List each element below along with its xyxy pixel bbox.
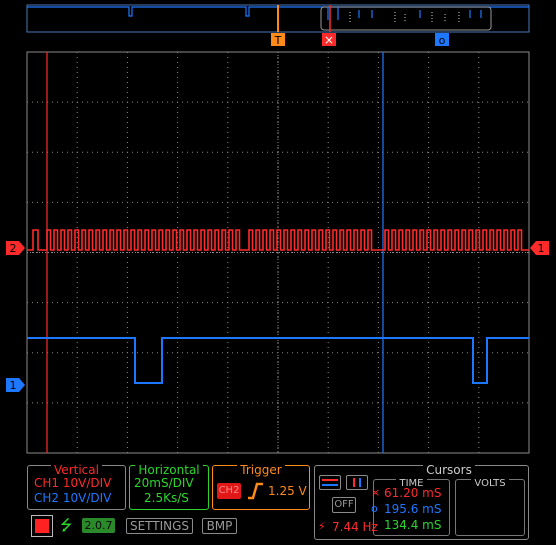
svg-text:T: T [274,34,282,47]
usb-icon: ⭍ [60,516,73,534]
graticule [26,51,530,454]
trigger-panel[interactable]: Trigger CH2 1.25 V [212,463,310,510]
stop-icon [35,519,49,533]
horizontal-cursor-button[interactable] [319,475,341,490]
trigger-level-value: 1.25 V [268,484,307,498]
trigger-title: Trigger [237,463,285,477]
svg-text:o: o [439,34,446,47]
ch2-scale: CH2 10V/DIV [34,491,112,505]
settings-label: SETTINGS [129,519,190,533]
horizontal-panel[interactable]: Horizontal 20mS/DIV 2.5Ks/S [129,463,209,510]
volts-title: VOLTS [471,478,509,489]
version-label: 2.0.7 [84,519,113,532]
bmp-button[interactable]: BMP [202,518,237,534]
svg-text:1: 1 [538,242,545,255]
version-badge: 2.0.7 [82,518,115,533]
cursor-o-symbol: o [371,502,378,515]
svg-text:2: 2 [10,242,17,255]
cursor-o-time: 195.6 mS [384,502,442,516]
svg-text:1: 1 [10,379,17,392]
settings-button[interactable]: SETTINGS [126,518,193,534]
svg-text:×: × [324,33,334,47]
cursor-x-symbol: × [371,486,381,499]
trigger-source-label: CH2 [218,485,240,496]
vertical-cursor-button[interactable] [346,475,368,490]
cursors-title: Cursors [423,463,475,477]
trigger-source-button[interactable]: CH2 [217,483,241,499]
stop-button[interactable] [31,515,53,537]
cursor-frequency: 7.44 Hz [332,520,378,534]
vertical-panel[interactable]: Vertical CH1 10V/DIV CH2 10V/DIV [27,463,126,510]
timebase-value: 20mS/DIV [134,476,194,490]
trigger-position-marker[interactable]: T [271,33,285,47]
cursor-time-box: TIME × 61.20 mS o 195.6 mS 134.4 mS [371,478,450,536]
ch1-level-marker[interactable]: 1 [6,378,25,392]
bmp-label: BMP [206,519,233,533]
ch1-scale: CH1 10V/DIV [34,476,112,490]
horizontal-title: Horizontal [135,463,203,477]
rising-edge-icon[interactable] [246,481,264,501]
cursor-x-marker[interactable]: × [322,33,336,47]
scope-display: T × o 2 1 1 [6,4,549,454]
cursor-off-label: OFF [334,499,354,510]
cursor-delta-time: 134.4 mS [384,518,442,532]
cursor-o-marker[interactable]: o [435,33,449,47]
sample-rate-value: 2.5Ks/S [144,491,189,505]
ch2-level-marker[interactable]: 2 [6,241,25,255]
cursor-x-time: 61.20 mS [384,486,442,500]
cursors-panel[interactable]: Cursors OFF TIME × 61.20 mS o 195.6 mS 1… [314,463,529,540]
vertical-title: Vertical [51,463,102,477]
cursor-volts-box: VOLTS [455,478,525,536]
trigger-level-marker[interactable]: 1 [530,241,549,255]
cursor-off-button[interactable]: OFF [332,497,356,513]
frequency-icon: ⚡ [318,520,326,533]
overview-bar[interactable] [26,4,530,33]
